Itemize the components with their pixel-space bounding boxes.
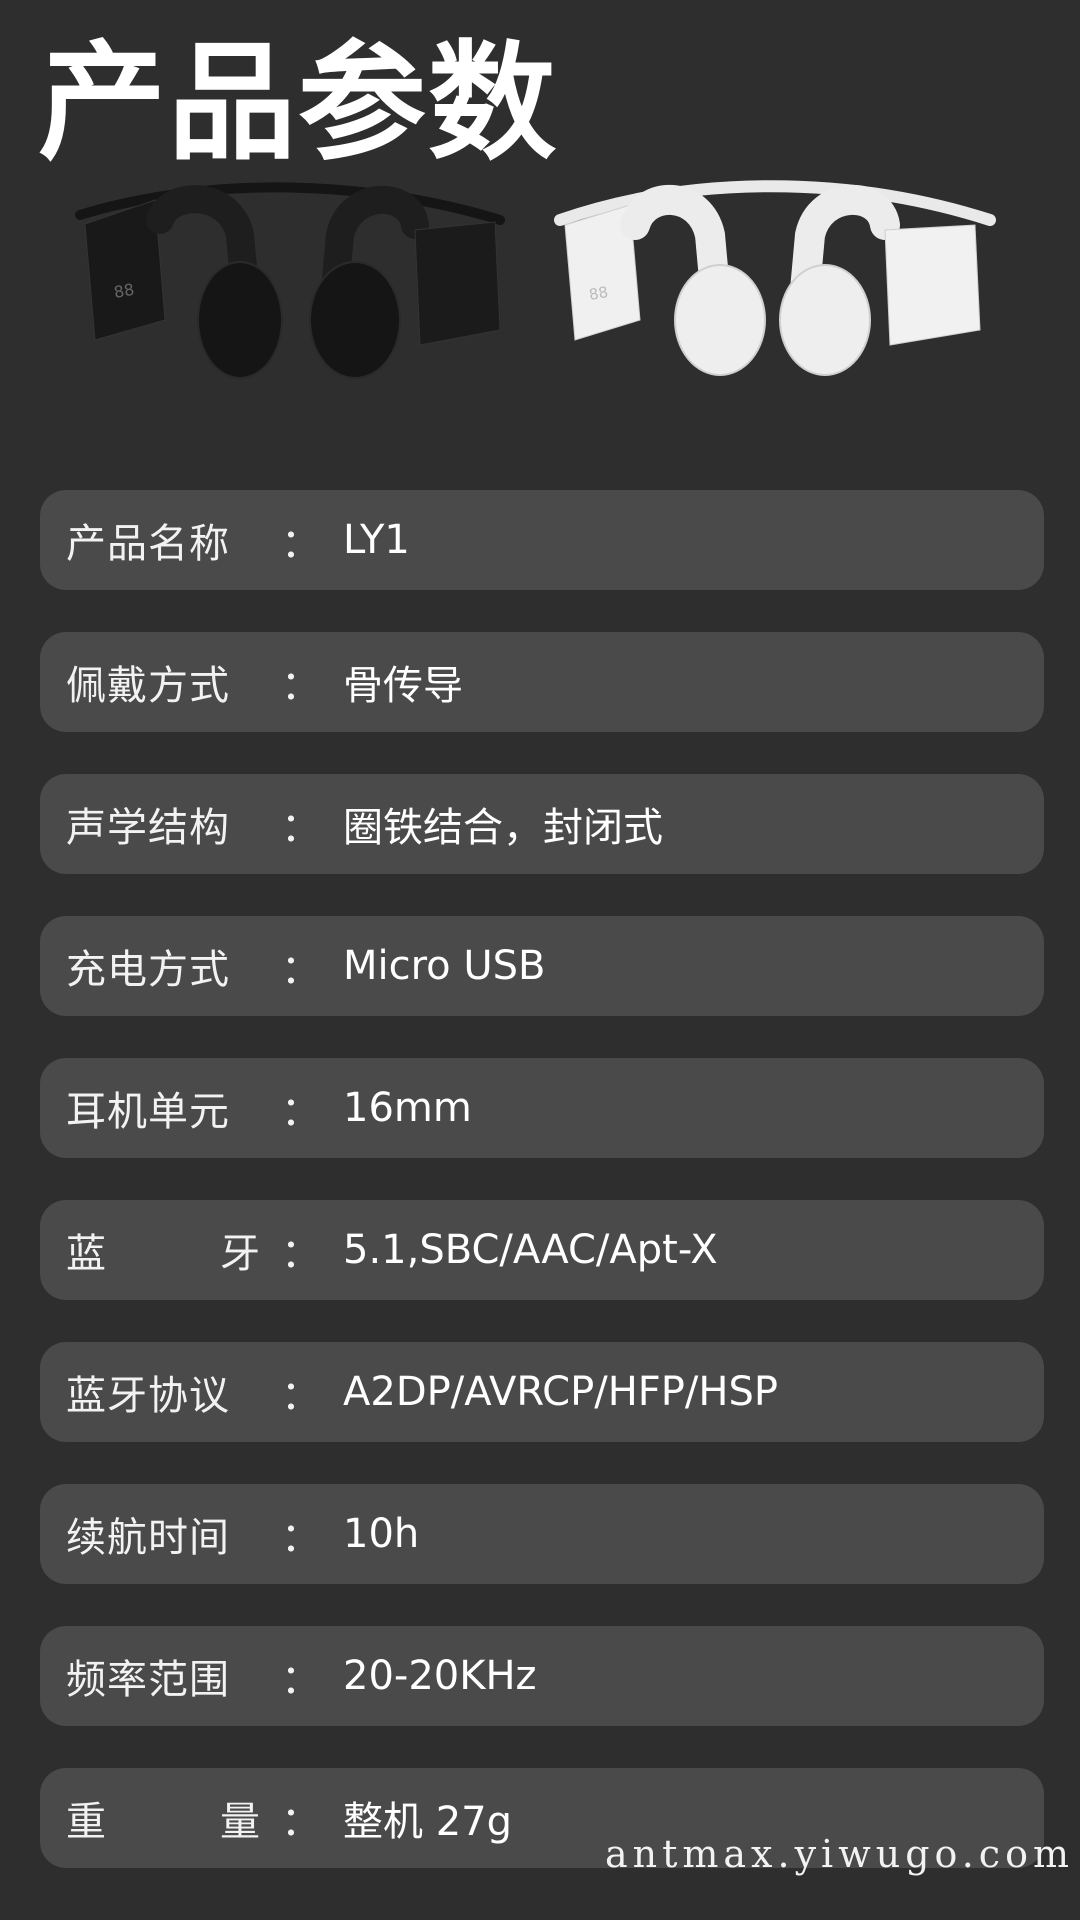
spec-row-bluetooth-protocol: 蓝牙协议 ： A2DP/AVRCP/HFP/HSP [40,1342,1044,1442]
spec-list: 产品名称 ： LY1 佩戴方式 ： 骨传导 声学结构 ： 圈铁结合，封闭式 充电… [40,490,1044,1910]
spec-label: 充电方式 [66,947,230,993]
spec-colon: ： [281,1089,321,1135]
spec-value: 16mm [343,1085,472,1131]
spec-label: 产品名称 [66,521,230,567]
spec-value: 骨传导 [343,663,463,709]
spec-row-battery-life: 续航时间 ： 10h [40,1484,1044,1584]
spec-row-acoustic-structure: 声学结构 ： 圈铁结合，封闭式 [40,774,1044,874]
spec-value: 圈铁结合，封闭式 [343,805,663,851]
product-images: 88 88 [75,180,996,379]
spec-row-product-name: 产品名称 ： LY1 [40,490,1044,590]
spec-label: 重量 [66,1799,261,1845]
spec-colon: ： [281,1373,321,1419]
spec-value: A2DP/AVRCP/HFP/HSP [343,1369,778,1415]
spec-value: 20-20KHz [343,1653,537,1699]
black-headphones-image: 88 [75,182,505,379]
spec-value: Micro USB [343,943,546,989]
spec-row-charging-method: 充电方式 ： Micro USB [40,916,1044,1016]
spec-label: 频率范围 [66,1657,230,1703]
white-headphones-image: 88 [554,180,996,376]
spec-label: 续航时间 [66,1515,230,1561]
spec-value: 10h [343,1511,420,1557]
spec-colon: ： [281,805,321,851]
spec-label: 蓝牙协议 [66,1373,230,1419]
spec-row-frequency-range: 频率范围 ： 20-20KHz [40,1626,1044,1726]
spec-value: 整机 27g [343,1799,513,1845]
spec-label: 蓝牙 [66,1231,261,1277]
spec-colon: ： [281,947,321,993]
spec-label: 耳机单元 [66,1089,230,1135]
spec-value: LY1 [343,517,410,563]
page-title: 产品参数 [38,29,559,178]
spec-value: 5.1,SBC/AAC/Apt-X [343,1227,718,1273]
spec-row-bluetooth: 蓝牙 ： 5.1,SBC/AAC/Apt-X [40,1200,1044,1300]
spec-row-driver-unit: 耳机单元 ： 16mm [40,1058,1044,1158]
spec-colon: ： [281,1799,321,1845]
svg-text:88: 88 [588,283,610,304]
spec-label: 声学结构 [66,805,230,851]
spec-label: 佩戴方式 [66,663,230,709]
spec-colon: ： [281,1231,321,1277]
spec-colon: ： [281,1515,321,1561]
spec-colon: ： [281,663,321,709]
spec-colon: ： [281,521,321,567]
spec-colon: ： [281,1657,321,1703]
svg-text:88: 88 [112,280,135,302]
watermark: antmax.yiwugo.com [604,1832,1074,1876]
spec-row-wearing-method: 佩戴方式 ： 骨传导 [40,632,1044,732]
